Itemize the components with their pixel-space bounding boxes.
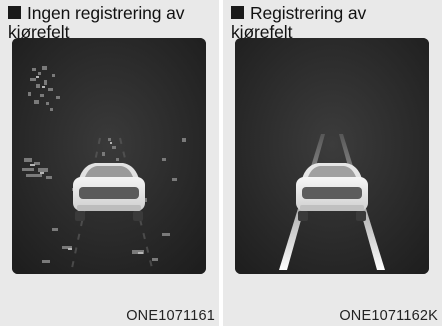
title-line-1: Registrering av bbox=[250, 3, 367, 23]
lane-display-illustration bbox=[235, 38, 429, 274]
figure-code: ONE1071161 bbox=[126, 308, 215, 324]
screen-background bbox=[12, 38, 206, 274]
title-line-1: Ingen registrering av bbox=[27, 3, 185, 23]
panel-title: Registrering av kjørefelt bbox=[231, 4, 436, 42]
panel-no-lane-detection: Ingen registrering av kjørefelt ONE10711… bbox=[0, 0, 219, 326]
panel-lane-detection: Registrering av kjørefelt ONE1071162K bbox=[223, 0, 442, 326]
square-bullet-icon bbox=[8, 6, 21, 19]
illustration-page: Ingen registrering av kjørefelt ONE10711… bbox=[0, 0, 442, 326]
lane-display-illustration bbox=[12, 38, 206, 274]
cluster-display-lanes bbox=[235, 38, 429, 274]
screen-background bbox=[235, 38, 429, 274]
cluster-display-no-lanes bbox=[12, 38, 206, 274]
panel-title: Ingen registrering av kjørefelt bbox=[8, 4, 213, 42]
square-bullet-icon bbox=[231, 6, 244, 19]
figure-code: ONE1071162K bbox=[339, 308, 438, 324]
